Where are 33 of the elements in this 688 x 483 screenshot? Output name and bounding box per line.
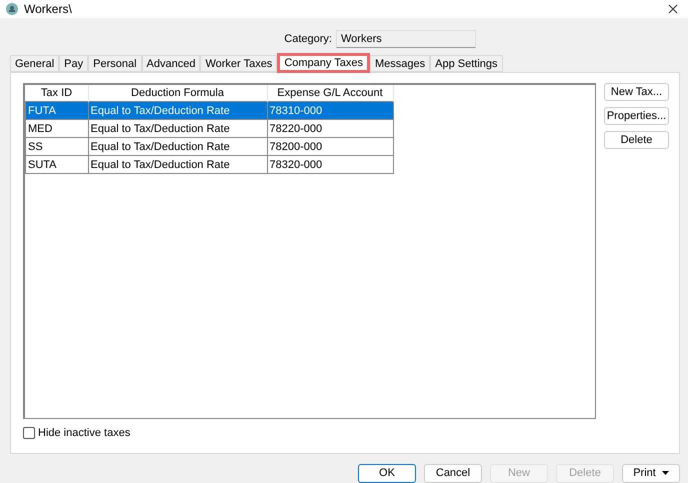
tab[interactable]: App Settings [430,55,502,72]
side-button[interactable]: Properties... [604,107,669,126]
dialog-button[interactable]: Cancel [424,464,482,483]
tab[interactable]: General [10,55,60,72]
tab[interactable]: Messages [370,55,430,72]
table-cell[interactable]: 78320-000 [267,156,393,174]
window-title: Workers\ [24,2,73,16]
table-cell[interactable]: SS [26,138,88,156]
side-button[interactable]: New Tax... [604,83,669,102]
table-cell[interactable]: MED [26,120,88,138]
tab[interactable]: Company Taxes [277,53,370,74]
category-label: Category: [284,32,332,45]
table-cell[interactable]: FUTA [26,102,88,120]
caret-icon [662,471,669,476]
table-cell[interactable]: 78220-000 [267,120,393,138]
dialog-button[interactable]: Print [622,464,680,483]
tab[interactable]: Personal [88,55,142,72]
dialog-button[interactable]: OK [358,464,416,483]
tab[interactable]: Pay [59,55,88,72]
app-icon [6,2,18,15]
checkbox[interactable] [23,427,35,440]
checkbox-label: Hide inactive taxes [38,427,130,440]
tab[interactable]: Advanced [142,55,200,72]
category-field[interactable]: Workers [336,30,476,48]
table-cell[interactable]: Equal to Tax/Deduction Rate [88,102,267,120]
table-cell[interactable]: 78310-000 [267,102,393,120]
table-cell[interactable]: 78200-000 [267,138,393,156]
side-button[interactable]: Delete [604,131,669,150]
table-cell[interactable]: Equal to Tax/Deduction Rate [88,156,267,174]
table-cell[interactable]: Equal to Tax/Deduction Rate [88,138,267,156]
table-cell[interactable]: SUTA [26,156,88,174]
tab[interactable]: Worker Taxes [200,55,278,72]
table-cell[interactable]: Equal to Tax/Deduction Rate [88,120,267,138]
